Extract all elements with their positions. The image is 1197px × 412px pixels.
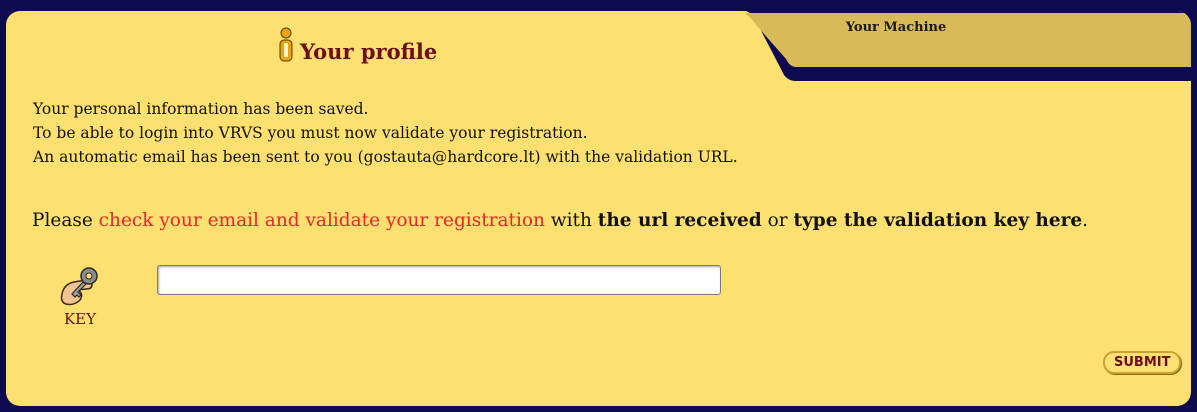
info-person-icon — [279, 27, 293, 62]
profile-panel: Your Machine Your profile Your personal … — [6, 11, 1191, 406]
instruction-bold: the url received — [597, 210, 762, 231]
tab-your-profile: Your profile — [276, 27, 437, 63]
key-label: KEY — [63, 310, 97, 328]
key-hand-icon — [60, 267, 98, 306]
instruction-text: . — [1082, 210, 1089, 231]
message-validate: To be able to login into VRVS you must n… — [33, 124, 588, 142]
confirmation-messages: Your personal information has been saved… — [33, 97, 738, 169]
message-email-sent: An automatic email has been sent to you … — [33, 148, 738, 166]
validation-instruction: Please check your email and validate you… — [32, 210, 1088, 231]
instruction-bold: type the validation key here — [793, 210, 1083, 231]
submit-button[interactable]: SUBMIT — [1103, 351, 1182, 374]
instruction-text: with — [544, 210, 598, 231]
instruction-highlight: check your email and validate your regis… — [98, 210, 545, 231]
instruction-text: Please — [32, 210, 99, 231]
validation-key-input[interactable] — [157, 265, 721, 295]
message-saved: Your personal information has been saved… — [33, 100, 369, 118]
page-title: Your profile — [300, 39, 438, 64]
instruction-text: or — [761, 210, 794, 231]
tab-your-machine[interactable]: Your Machine — [746, 11, 1191, 81]
tab-your-machine-label[interactable]: Your Machine — [746, 20, 1046, 35]
